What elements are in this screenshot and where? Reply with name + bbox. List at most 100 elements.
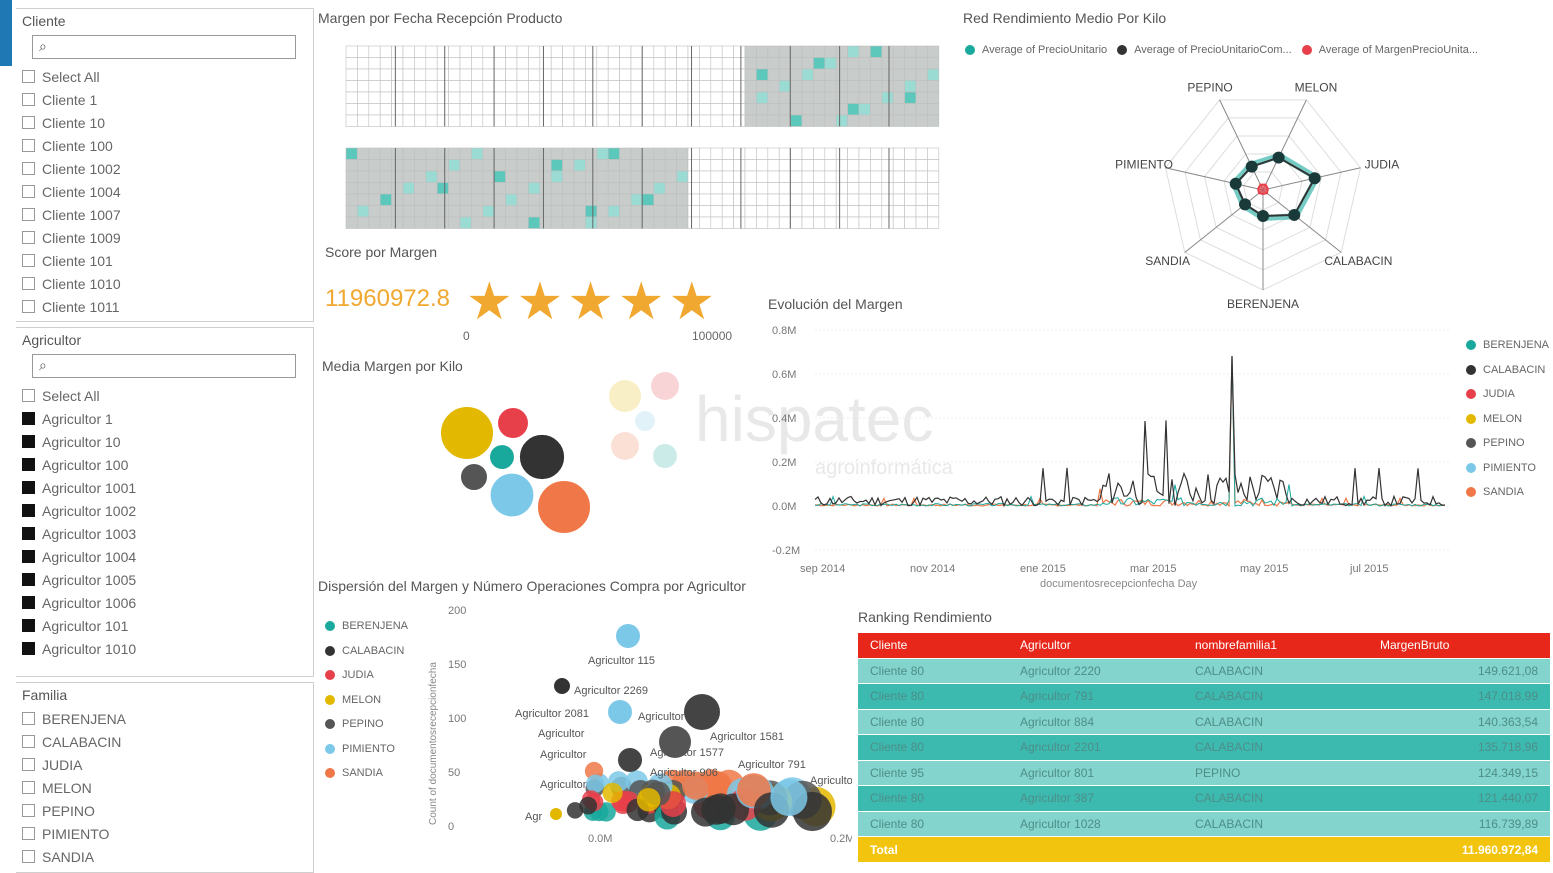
checkbox[interactable]: [22, 619, 35, 632]
cliente-search-input[interactable]: ⌕: [32, 35, 296, 59]
slicer-item[interactable]: Cliente 1002: [16, 157, 313, 180]
table-row[interactable]: Cliente 80 Agricultor 884 CALABACIN 140.363…: [858, 708, 1550, 735]
checkbox[interactable]: [22, 481, 35, 494]
table-row[interactable]: Cliente 80 Agricultor 387 CALABACIN 121.440…: [858, 785, 1550, 811]
slicer-item[interactable]: Agricultor 1005: [16, 568, 313, 591]
checkbox[interactable]: [22, 389, 35, 402]
checkbox[interactable]: [22, 139, 35, 152]
margin-line-chart[interactable]: 0.8M 0.6M 0.4M 0.2M 0.0M -0.2Msep 2014 nov 201…: [760, 318, 1460, 593]
column-header[interactable]: MargenBruto: [1368, 633, 1550, 658]
table-row[interactable]: Cliente 80 Agricultor 2220 CALABACIN 149.62…: [858, 657, 1550, 684]
series-line[interactable]: [814, 355, 1446, 508]
legend-item[interactable]: Average of PrecioUnitarioCom...: [1117, 42, 1292, 58]
radar-point[interactable]: [1229, 177, 1242, 190]
legend-item[interactable]: JUDIA: [1466, 382, 1549, 407]
legend-item[interactable]: MELON: [325, 688, 408, 713]
legend-item[interactable]: Average of PrecioUnitario: [965, 42, 1107, 58]
table-row[interactable]: Cliente 80 Agricultor 791 CALABACIN 147.018…: [858, 683, 1550, 709]
slicer-item[interactable]: Cliente 100: [16, 134, 313, 157]
slicer-item[interactable]: SANDIA: [16, 845, 313, 868]
legend-item[interactable]: PIMIENTO: [325, 737, 408, 762]
slicer-item[interactable]: Select All: [16, 384, 313, 407]
slicer-item[interactable]: Cliente 1: [16, 88, 313, 111]
slicer-item[interactable]: Agricultor 1002: [16, 499, 313, 522]
radar-point[interactable]: [1308, 172, 1321, 185]
slicer-item[interactable]: Agricultor 1: [16, 407, 313, 430]
slicer-item[interactable]: Agricultor 101: [16, 614, 313, 637]
legend-item[interactable]: CALABACIN: [1466, 358, 1549, 383]
radar-series-2[interactable]: [1257, 183, 1269, 196]
slicer-item[interactable]: MELON: [16, 776, 313, 799]
bubble-pimiento[interactable]: [488, 471, 536, 519]
checkbox[interactable]: [22, 162, 35, 175]
checkbox[interactable]: [22, 277, 35, 290]
legend-item[interactable]: PEPINO: [1466, 431, 1549, 456]
slicer-item[interactable]: BERENJENA: [16, 707, 313, 730]
slicer-item[interactable]: Agricultor 1003: [16, 522, 313, 545]
scatter-point[interactable]: [550, 808, 562, 820]
slicer-item[interactable]: Cliente 1004: [16, 180, 313, 203]
bubble-judia[interactable]: [496, 406, 530, 440]
legend-item[interactable]: JUDIA: [325, 663, 408, 688]
radar-point[interactable]: [1272, 151, 1285, 164]
slicer-item[interactable]: Agricultor 1006: [16, 591, 313, 614]
slicer-item[interactable]: Agricultor 1010: [16, 637, 313, 660]
scatter-point[interactable]: [691, 797, 721, 827]
slicer-item[interactable]: Cliente 10: [16, 111, 313, 134]
bubble-sandia[interactable]: [536, 479, 592, 535]
checkbox[interactable]: [22, 300, 35, 313]
checkbox[interactable]: [22, 573, 35, 586]
checkbox[interactable]: [22, 827, 35, 840]
slicer-item[interactable]: Agricultor 10: [16, 430, 313, 453]
scatter-point[interactable]: [579, 796, 598, 815]
scatter-point[interactable]: [684, 694, 720, 730]
table-row[interactable]: Cliente 95 Agricultor 801 PEPINO 124.349,15: [858, 759, 1550, 786]
slicer-item[interactable]: PIMIENTO: [16, 822, 313, 845]
scatter-point[interactable]: [618, 748, 642, 772]
slicer-item[interactable]: Select All: [16, 65, 313, 88]
checkbox[interactable]: [22, 504, 35, 517]
scatter-point[interactable]: [636, 787, 661, 812]
slicer-item[interactable]: Agricultor 100: [16, 453, 313, 476]
agricultor-search-input[interactable]: ⌕: [32, 354, 296, 378]
scatter-point[interactable]: [608, 700, 632, 724]
radar-point[interactable]: [1257, 210, 1269, 222]
legend-item[interactable]: SANDIA: [325, 761, 408, 786]
bubble-berenjena[interactable]: [488, 443, 516, 471]
checkbox[interactable]: [22, 850, 35, 863]
checkbox[interactable]: [22, 93, 35, 106]
checkbox[interactable]: [22, 735, 35, 748]
checkbox[interactable]: [22, 412, 35, 425]
series-line[interactable]: [814, 355, 1446, 507]
radar-point[interactable]: [1288, 208, 1301, 221]
checkbox[interactable]: [22, 208, 35, 221]
bubble-melon[interactable]: [439, 405, 495, 461]
slicer-item[interactable]: CALABACIN: [16, 730, 313, 753]
table-row[interactable]: Cliente 80 Agricultor 2201 CALABACIN 135.71…: [858, 734, 1550, 760]
slicer-item[interactable]: JUDIA: [16, 753, 313, 776]
column-header[interactable]: Agricultor: [1008, 633, 1183, 658]
scatter-point[interactable]: [586, 774, 605, 793]
checkbox[interactable]: [22, 642, 35, 655]
radar-point[interactable]: [1245, 160, 1258, 173]
radar-chart[interactable]: MELON JUDIA CALABACIN BERENJENA SANDIA PIMIEN…: [1085, 70, 1445, 310]
slicer-item[interactable]: PEPINO: [16, 799, 313, 822]
column-header[interactable]: Cliente: [858, 633, 1008, 658]
checkbox[interactable]: [22, 712, 35, 725]
slicer-item[interactable]: Cliente 1007: [16, 203, 313, 226]
scatter-point[interactable]: [616, 624, 640, 648]
slicer-item[interactable]: Agricultor 1001: [16, 476, 313, 499]
checkbox[interactable]: [22, 527, 35, 540]
slicer-item[interactable]: Cliente 1009: [16, 226, 313, 249]
legend-item[interactable]: PEPINO: [325, 712, 408, 737]
series-line[interactable]: [814, 355, 1446, 508]
radar-point[interactable]: [1239, 198, 1252, 211]
legend-item[interactable]: Average of MargenPrecioUnita...: [1301, 42, 1478, 58]
checkbox[interactable]: [22, 70, 35, 83]
checkbox[interactable]: [22, 116, 35, 129]
scatter-chart[interactable]: 200 150 100 50 0 Count of documentosrecepcion…: [420, 600, 852, 850]
checkbox[interactable]: [22, 596, 35, 609]
slicer-item[interactable]: Cliente 1010: [16, 272, 313, 295]
legend-item[interactable]: CALABACIN: [325, 639, 408, 664]
bubble-calabacin[interactable]: [517, 432, 567, 482]
